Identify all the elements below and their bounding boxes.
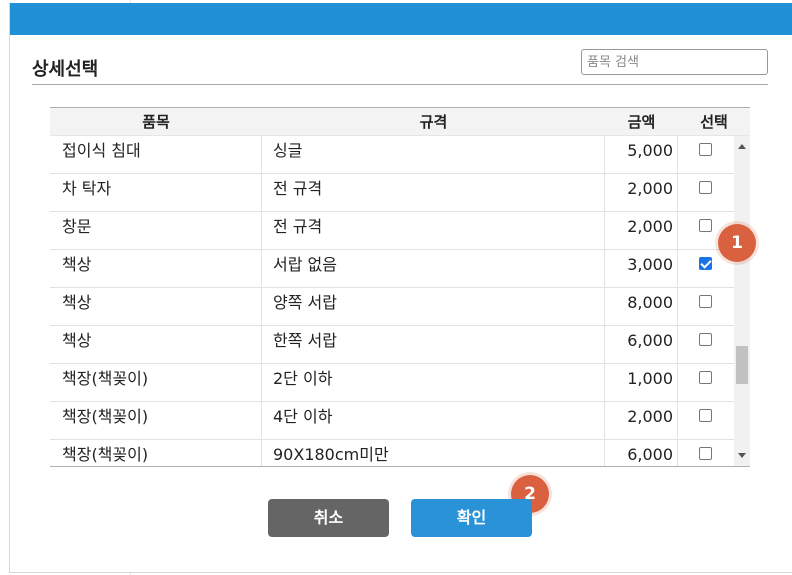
step-marker-1: 1	[718, 224, 756, 262]
scrollbar-thumb[interactable]	[736, 346, 748, 384]
row-item: 책장(책꽂이)	[62, 407, 149, 426]
header-select: 선택	[700, 113, 728, 131]
item-search-input[interactable]	[581, 49, 768, 75]
table-row: 책상 양쪽 서랍 8,000	[50, 288, 734, 326]
row-price: 8,000	[627, 293, 673, 312]
table-row: 책장(책꽂이) 90X180cm미만 6,000	[50, 440, 734, 466]
table-row: 차 탁자 전 규격 2,000	[50, 174, 734, 212]
detail-select-dialog: 상세선택 품목 규격 금액 선택 접이식 침대 싱글 5,000 차 탁자 전 …	[9, 3, 792, 573]
dialog-title: 상세선택	[32, 59, 99, 80]
item-table: 품목 규격 금액 선택 접이식 침대 싱글 5,000 차 탁자 전 규격 2,…	[50, 107, 750, 467]
row-spec: 서랍 없음	[273, 255, 337, 274]
row-item: 책상	[62, 331, 92, 350]
confirm-button[interactable]: 확인	[411, 499, 532, 537]
row-item: 접이식 침대	[62, 141, 141, 160]
table-row: 책장(책꽂이) 2단 이하 1,000	[50, 364, 734, 402]
row-price: 6,000	[627, 445, 673, 464]
table-row: 책상 한쪽 서랍 6,000	[50, 326, 734, 364]
row-select-checkbox[interactable]	[699, 143, 712, 156]
table-row: 접이식 침대 싱글 5,000	[50, 136, 734, 174]
row-select-checkbox[interactable]	[699, 371, 712, 384]
table-row: 책상 서랍 없음 3,000	[50, 250, 734, 288]
row-price: 5,000	[627, 141, 673, 160]
row-spec: 전 규격	[273, 179, 323, 198]
row-select-checkbox[interactable]	[699, 295, 712, 308]
scroll-down-arrow-icon[interactable]	[738, 453, 746, 458]
row-price: 2,000	[627, 179, 673, 198]
table-row: 책장(책꽂이) 4단 이하 2,000	[50, 402, 734, 440]
row-spec: 한쪽 서랍	[273, 331, 337, 350]
row-spec: 90X180cm미만	[273, 445, 389, 464]
row-select-checkbox[interactable]	[699, 257, 712, 270]
row-item: 창문	[62, 217, 92, 236]
row-price: 2,000	[627, 217, 673, 236]
header-item: 품목	[142, 113, 170, 131]
table-header: 품목 규격 금액 선택	[50, 108, 750, 136]
row-item: 책상	[62, 293, 92, 312]
row-price: 6,000	[627, 331, 673, 350]
title-divider	[32, 84, 768, 85]
row-select-checkbox[interactable]	[699, 181, 712, 194]
table-body: 접이식 침대 싱글 5,000 차 탁자 전 규격 2,000 창문 전 규격 …	[50, 136, 734, 466]
cancel-button[interactable]: 취소	[268, 499, 389, 537]
row-price: 3,000	[627, 255, 673, 274]
row-spec: 양쪽 서랍	[273, 293, 337, 312]
row-price: 1,000	[627, 369, 673, 388]
dialog-header-bar	[10, 3, 792, 35]
header-price: 금액	[627, 113, 656, 131]
row-item: 차 탁자	[62, 179, 112, 198]
row-select-checkbox[interactable]	[699, 219, 712, 232]
row-select-checkbox[interactable]	[699, 409, 712, 422]
row-select-checkbox[interactable]	[699, 333, 712, 346]
row-spec: 2단 이하	[273, 369, 333, 388]
row-spec: 전 규격	[273, 217, 323, 236]
row-item: 책장(책꽂이)	[62, 369, 149, 388]
row-spec: 4단 이하	[273, 407, 333, 426]
header-spec: 규격	[419, 113, 448, 131]
row-price: 2,000	[627, 407, 673, 426]
row-item: 책장(책꽂이)	[62, 445, 149, 464]
row-select-checkbox[interactable]	[699, 447, 712, 460]
row-item: 책상	[62, 255, 92, 274]
table-scrollbar[interactable]	[734, 136, 750, 466]
scroll-up-arrow-icon[interactable]	[738, 144, 746, 149]
row-spec: 싱글	[273, 141, 303, 160]
table-row: 창문 전 규격 2,000	[50, 212, 734, 250]
